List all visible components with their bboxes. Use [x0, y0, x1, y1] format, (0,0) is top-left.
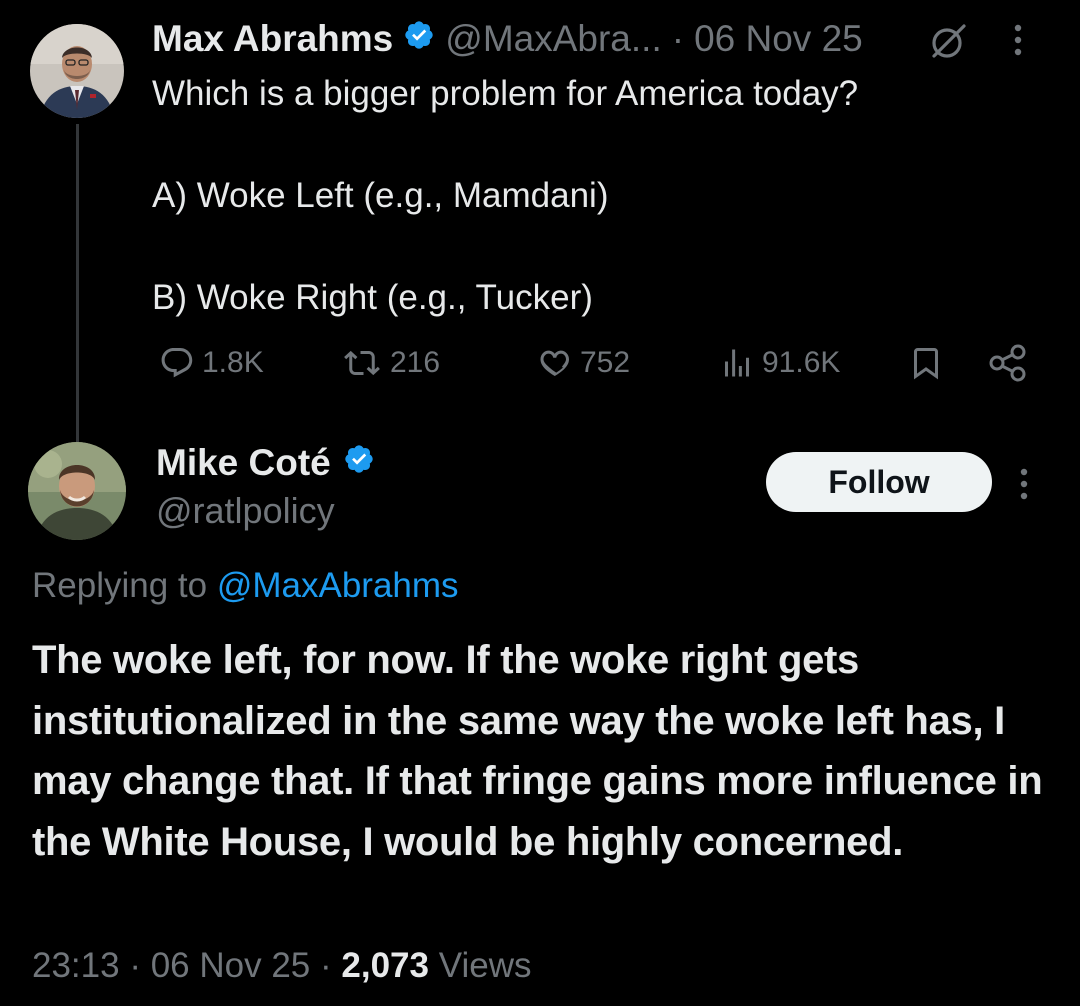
- more-vertical-icon[interactable]: [1012, 20, 1024, 65]
- verified-badge-icon: [343, 442, 375, 484]
- verified-badge-icon: [403, 18, 435, 60]
- reply-icon: [161, 348, 193, 378]
- reply-avatar[interactable]: [28, 442, 126, 540]
- share-icon: [989, 344, 1026, 382]
- like-count: 752: [580, 346, 631, 379]
- follow-button[interactable]: Follow: [766, 452, 992, 512]
- parent-tweet-header: Max Abrahms @MaxAbra... · 06 Nov 25: [152, 14, 863, 64]
- replying-to-mention[interactable]: @MaxAbrahms: [217, 566, 459, 605]
- reply-count: 1.8K: [202, 346, 264, 379]
- reply-views-label: Views: [438, 946, 532, 985]
- more-vertical-icon[interactable]: [1018, 464, 1030, 509]
- parent-tweet-text: Which is a bigger problem for America to…: [152, 74, 859, 317]
- reply-tweet-date[interactable]: 06 Nov 25: [151, 946, 311, 985]
- reply-button[interactable]: 1.8K: [158, 340, 264, 386]
- parent-avatar[interactable]: [30, 24, 124, 118]
- bookmark-button[interactable]: [908, 340, 950, 386]
- views-chart-icon: [725, 349, 749, 377]
- reply-author-row: Mike Coté: [156, 442, 385, 484]
- grok-icon[interactable]: [928, 22, 970, 65]
- parent-author-handle[interactable]: @MaxAbra...: [445, 18, 661, 60]
- reply-author-handle[interactable]: @ratlpolicy: [156, 490, 335, 532]
- header-separator: ·: [671, 18, 685, 59]
- thread-connector-line: [76, 124, 79, 442]
- replying-to-prefix: Replying to: [32, 566, 208, 605]
- share-button[interactable]: [988, 340, 1034, 386]
- parent-author-name[interactable]: Max Abrahms: [152, 18, 393, 60]
- repost-icon: [344, 350, 380, 376]
- reply-meta-row: 23:13 · 06 Nov 25 · 2,073 Views: [32, 946, 531, 986]
- replying-to-line: Replying to @MaxAbrahms: [32, 566, 459, 606]
- views-count: 91.6K: [762, 346, 841, 379]
- reply-author-name[interactable]: Mike Coté: [156, 442, 331, 484]
- reply-tweet-text: The woke left, for now. If the woke righ…: [32, 638, 1043, 864]
- like-button[interactable]: 752: [534, 340, 630, 386]
- parent-avatar-image: [30, 24, 124, 118]
- bookmark-icon: [914, 348, 938, 380]
- parent-tweet-date[interactable]: 06 Nov 25: [694, 18, 863, 60]
- heart-icon: [540, 350, 569, 377]
- repost-count: 216: [390, 346, 441, 379]
- reply-view-count: 2,073: [341, 946, 429, 985]
- views-button[interactable]: 91.6K: [718, 340, 840, 386]
- repost-button[interactable]: 216: [340, 340, 440, 386]
- reply-avatar-image: [28, 442, 126, 540]
- reply-tweet-time[interactable]: 23:13: [32, 946, 120, 985]
- meta-separator: ·: [320, 946, 332, 985]
- meta-separator: ·: [129, 946, 141, 985]
